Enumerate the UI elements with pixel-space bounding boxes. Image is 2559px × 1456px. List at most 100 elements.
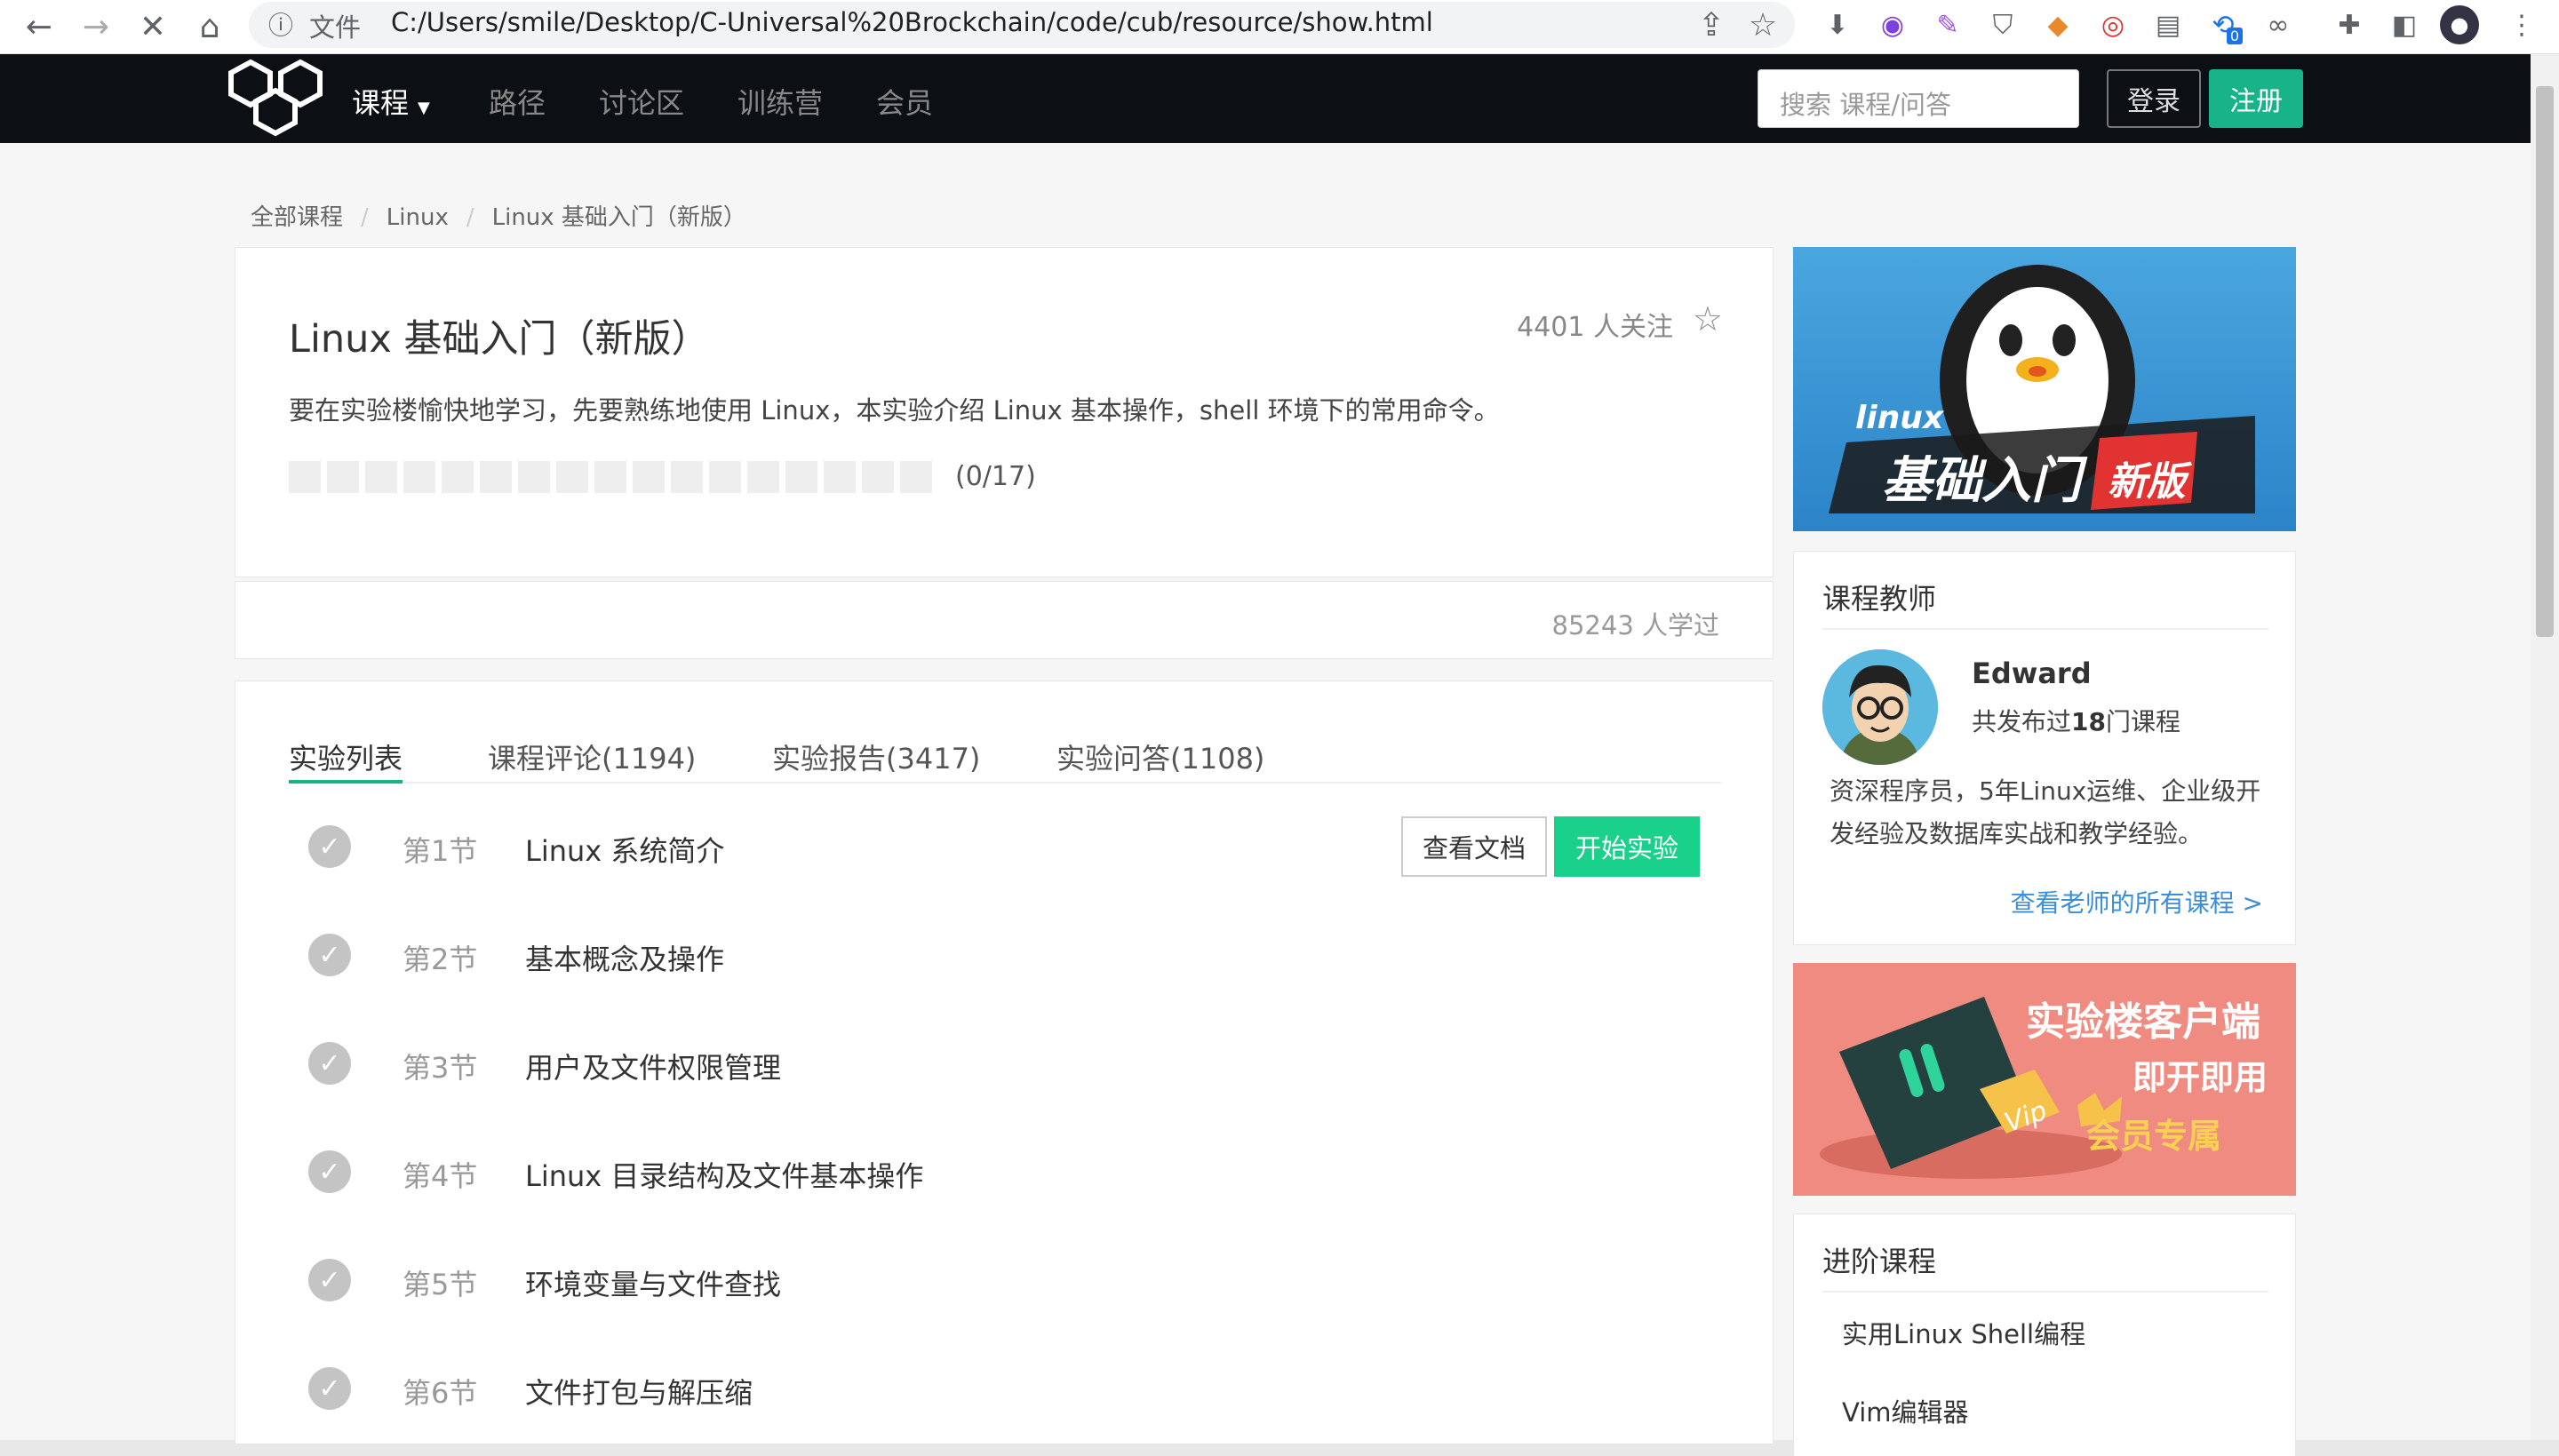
teacher-name[interactable]: Edward [1972,656,2092,690]
progress-segment [365,461,397,493]
check-circle-icon: ✓ [308,1367,351,1410]
lab-number: 第2节 [403,943,478,976]
nav-paths[interactable]: 路径 [489,81,546,122]
teacher-bio: 资深程序员，5年Linux运维、企业级开发经验及数据库实战和教学经验。 [1830,776,2261,848]
teacher-avatar[interactable] [1822,649,1938,765]
translate-extension-icon[interactable]: ⟲ 0 [2204,5,2243,44]
nav-membership[interactable]: 会员 [876,81,933,122]
url-text[interactable]: C:/Users/smile/Desktop/C-Universal%20Bro… [391,7,1433,37]
forward-icon[interactable]: → [75,5,117,48]
followers-count: 4401 人关注 [1517,312,1673,343]
progress-segment [862,461,894,493]
tab-divider [289,782,1721,784]
breadcrumb-linux[interactable]: Linux [387,204,449,231]
progress-segment [747,461,779,493]
advanced-course-item[interactable]: 实用Linux Shell编程 [1842,1314,2085,1351]
start-lab-button[interactable]: 开始实验 [1554,816,1700,877]
lab-title[interactable]: Linux 目录结构及文件基本操作 [525,1154,923,1195]
share-icon[interactable]: ⇪ [1690,4,1733,46]
ad-line2: 即开即用 [2132,1058,2268,1097]
site-navbar: 课程 ▼ 路径 讨论区 训练营 会员 搜索 课程/问答 登录 注册 [0,54,2531,143]
progress-segment [327,461,359,493]
tab-questions[interactable]: 实验问答(1108) [1056,736,1264,777]
course-description: 要在实验楼愉快地学习，先要熟练地使用 Linux，本实验介绍 Linux 基本操… [289,395,1500,426]
vertical-scrollbar[interactable] [2531,54,2559,1440]
teacher-avatar-illustration [1822,649,1938,765]
breadcrumb-separator: / [466,204,474,231]
breadcrumb-all-courses[interactable]: 全部课程 [251,204,343,231]
register-button[interactable]: 注册 [2209,69,2303,128]
menu-kebab-icon[interactable]: ⋮ [2502,5,2541,44]
download-extension-icon[interactable]: ⬇ [1818,5,1857,44]
scheme-label: 文件 [309,12,362,43]
ad-line3: 会员专属 [2086,1117,2222,1156]
nav-courses[interactable]: 课程 ▼ [352,81,430,122]
progress-segment [824,461,856,493]
back-icon[interactable]: ← [18,5,60,48]
divider [1822,1291,2268,1293]
tab-reports[interactable]: 实验报告(3417) [772,736,980,777]
progress-segment [709,461,741,493]
ad-line1: 实验楼客户端 [2026,999,2260,1045]
lab-title[interactable]: Linux 系统简介 [525,829,724,870]
progress-segment [289,461,321,493]
teacher-panel: 课程教师 Edward 共发布过18门课程 资深程序员，5年Linux运维、企业… [1793,551,2296,945]
check-circle-icon: ✓ [308,1150,351,1193]
breadcrumb-separator: / [361,204,369,231]
site-logo[interactable] [224,57,327,139]
address-bar[interactable]: ⓘ 文件 C:/Users/smile/Desktop/C-Universal%… [249,2,1795,48]
bookmark-star-icon[interactable]: ☆ [1742,4,1784,46]
advanced-course-item[interactable]: Vim编辑器 [1842,1392,1969,1429]
color-extension-icon[interactable]: ◉ [1873,5,1912,44]
lab-row[interactable]: ✓ 第2节 基本概念及操作 [289,909,1721,998]
fox-extension-icon[interactable]: ◆ [2038,5,2077,44]
lab-title[interactable]: 文件打包与解压缩 [525,1371,753,1412]
tab-active-indicator [289,780,403,784]
nav-bootcamp[interactable]: 训练营 [737,81,823,122]
follow-star-icon[interactable]: ☆ [1693,299,1723,338]
banner-line2: 基础入门 [1882,452,2081,510]
lab-number: 第6节 [403,1376,478,1410]
search-input[interactable]: 搜索 课程/问答 [1758,69,2079,128]
lab-title[interactable]: 用户及文件权限管理 [525,1046,781,1086]
lab-title[interactable]: 基本概念及操作 [525,937,724,978]
info-icon[interactable]: ⓘ [265,8,297,40]
view-doc-button[interactable]: 查看文档 [1401,816,1547,877]
course-banner[interactable]: linux 基础入门 新版 [1793,247,2296,531]
stop-loading-icon[interactable]: ✕ [132,5,174,48]
teacher-all-courses-link[interactable]: 查看老师的所有课程 > [2011,884,2263,919]
lab-title[interactable]: 环境变量与文件查找 [525,1262,781,1303]
sidebar-toggle-icon[interactable]: ◧ [2385,5,2424,44]
tab-lab-list[interactable]: 实验列表 [289,736,403,777]
puzzle-icon[interactable]: ✚ [2330,5,2369,44]
lab-row[interactable]: ✓ 第4节 Linux 目录结构及文件基本操作 [289,1126,1721,1214]
progress-segment [442,461,474,493]
lab-row[interactable]: ✓ 第6节 文件打包与解压缩 [289,1342,1721,1431]
record-extension-icon[interactable]: ◎ [2093,5,2132,44]
tab-comments[interactable]: 课程评论(1194) [488,736,696,777]
login-button[interactable]: 登录 [2107,69,2201,128]
lab-row[interactable]: ✓ 第3节 用户及文件权限管理 [289,1017,1721,1106]
profile-avatar[interactable]: ● [2440,5,2479,44]
browser-toolbar: ← → ✕ ⌂ ⓘ 文件 C:/Users/smile/Desktop/C-Un… [0,0,2559,54]
check-circle-icon: ✓ [308,1259,351,1301]
pen-extension-icon[interactable]: ✎ [1928,5,1967,44]
progress-segment [518,461,550,493]
studied-panel: 85243 人学过 [235,581,1774,659]
link-extension-icon[interactable]: ∞ [2259,5,2298,44]
client-ad-banner[interactable]: Vip 实验楼客户端 即开即用 会员专属 [1793,963,2296,1196]
nav-forum[interactable]: 讨论区 [599,81,684,122]
advanced-section-title: 进阶课程 [1822,1245,1937,1278]
reader-extension-icon[interactable]: ▤ [2148,5,2188,44]
home-icon[interactable]: ⌂ [188,5,231,48]
lab-number: 第1节 [403,834,478,868]
progress-segment [785,461,817,493]
shield-extension-icon[interactable]: ⛉ [1983,5,2022,44]
studied-count: 85243 人学过 [1551,610,1719,640]
check-circle-icon: ✓ [308,825,351,868]
scrollbar-thumb[interactable] [2536,86,2554,637]
progress-segment [594,461,626,493]
lab-row[interactable]: ✓ 第5节 环境变量与文件查找 [289,1234,1721,1323]
course-title: Linux 基础入门（新版） [289,317,710,362]
breadcrumb: 全部课程 / Linux / Linux 基础入门（新版） [251,199,746,232]
